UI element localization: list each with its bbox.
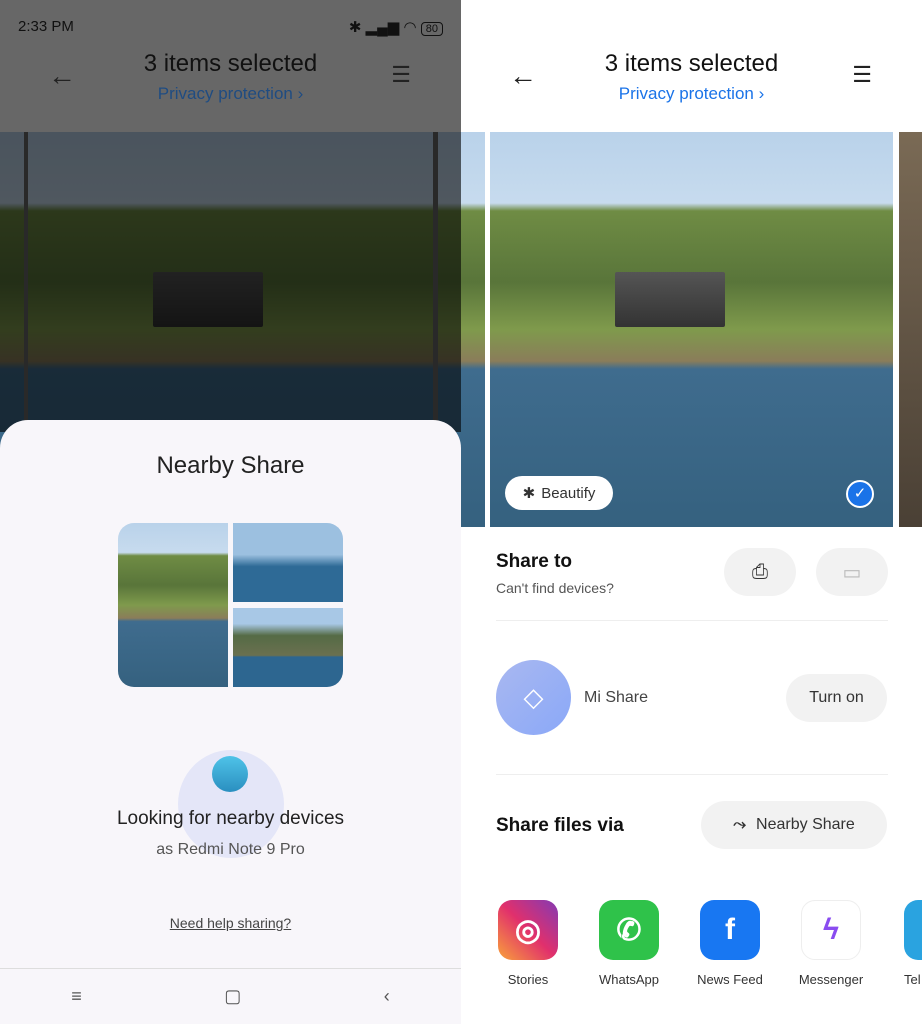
share-to-title: Share to [496, 551, 573, 572]
house-shape [615, 272, 725, 327]
divider [496, 774, 888, 775]
nearby-share-button[interactable]: ⤳ Nearby Share [701, 801, 887, 849]
select-all-icon[interactable]: ☰ [852, 62, 872, 88]
instagram-icon: ◎ [498, 900, 558, 960]
header: 2:33 PM ✱ ▂▄▆ ◠ 80 ← 3 items selected Pr… [0, 0, 461, 132]
app-whatsapp[interactable]: ✆ WhatsApp [589, 900, 669, 987]
photo-side[interactable] [899, 132, 922, 527]
nearby-share-label: Nearby Share [756, 816, 855, 833]
messenger-icon: ϟ [801, 900, 861, 960]
telegram-icon: ➤ [904, 900, 922, 960]
mi-share-icon: ◇ [496, 660, 571, 735]
share-sheet-screen: ← 3 items selected Privacy protection › … [461, 0, 922, 1024]
divider [496, 620, 888, 621]
app-label: News Feed [697, 972, 763, 987]
monitor-icon: ▭ [842, 561, 862, 584]
home-icon[interactable]: ▢ [224, 986, 241, 1007]
app-label: Stories [507, 972, 549, 987]
nearby-share-icon: ⤳ [733, 816, 747, 833]
device-name: as Redmi Note 9 Pro [156, 841, 305, 858]
menu-icon[interactable]: ≡ [71, 986, 82, 1007]
selected-photo[interactable] [490, 132, 893, 527]
app-facebook-news-feed[interactable]: f News Feed [690, 900, 770, 987]
share-files-title: Share files via [496, 815, 624, 836]
status-bar: 2:33 PM ✱ ▂▄▆ ◠ 80 [18, 18, 443, 36]
cant-find-devices-link[interactable]: Can't find devices? [496, 580, 614, 596]
collage-photo-1 [118, 523, 228, 687]
scrim[interactable] [0, 132, 461, 432]
status-time: 2:33 PM [18, 18, 74, 35]
photo-side[interactable] [461, 132, 485, 527]
app-messenger[interactable]: ϟ Messenger [791, 900, 871, 987]
status-icons: ✱ ▂▄▆ ◠ 80 [349, 18, 443, 36]
app-label: Tel [904, 972, 921, 987]
photo-collage [118, 523, 343, 687]
collage-photo-2 [233, 523, 343, 602]
nearby-share-sheet: Nearby Share Looking for nearby devices … [0, 420, 461, 968]
app-label: Messenger [798, 972, 864, 987]
printer-icon: ⎙ [752, 560, 768, 583]
nearby-share-screen: 2:33 PM ✱ ▂▄▆ ◠ 80 ← 3 items selected Pr… [0, 0, 461, 1024]
beautify-label: Beautify [541, 484, 596, 502]
avatar [212, 756, 248, 792]
selected-checkmark-icon[interactable]: ✓ [846, 480, 874, 508]
beautify-icon: ✱ [522, 485, 536, 502]
sheet-title: Nearby Share [156, 452, 305, 479]
app-telegram[interactable]: ➤ Tel [892, 900, 922, 987]
mi-share-label: Mi Share [584, 689, 649, 706]
print-button[interactable]: ⎙ [724, 548, 796, 596]
navigation-bar: ≡ ▢ ‹ [0, 968, 461, 1024]
turn-on-button[interactable]: Turn on [786, 674, 887, 722]
header: ← 3 items selected Privacy protection › … [461, 0, 922, 132]
select-all-icon[interactable]: ☰ [391, 62, 411, 88]
whatsapp-icon: ✆ [599, 900, 659, 960]
app-instagram-stories[interactable]: ◎ Stories [488, 900, 568, 987]
help-link[interactable]: Need help sharing? [0, 915, 461, 931]
back-icon[interactable]: ‹ [384, 986, 390, 1007]
app-label: WhatsApp [599, 972, 659, 987]
collage-photo-3 [233, 608, 343, 687]
beautify-button[interactable]: ✱ Beautify [505, 476, 613, 510]
cast-button[interactable]: ▭ [816, 548, 888, 596]
search-status: Looking for nearby devices [116, 808, 345, 829]
facebook-icon: f [700, 900, 760, 960]
battery-level: 80 [420, 22, 443, 36]
